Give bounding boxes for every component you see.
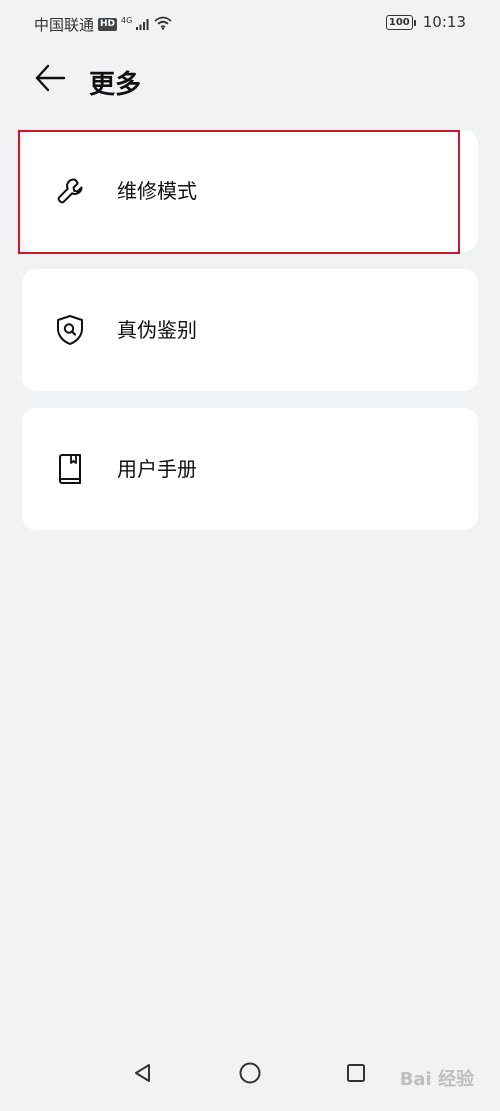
back-button[interactable] <box>32 62 68 98</box>
carrier-info: 中国联通 HD 4G <box>34 14 172 35</box>
clock: 10:13 <box>422 13 466 31</box>
menu-item-label: 维修模式 <box>117 179 197 203</box>
shield-search-icon <box>55 315 85 345</box>
square-recent-icon <box>345 1062 367 1088</box>
circle-home-icon <box>238 1061 262 1089</box>
hd-badge: HD <box>98 18 118 31</box>
carrier-name: 中国联通 <box>34 16 95 34</box>
network-type: 4G <box>121 16 133 25</box>
wifi-icon <box>154 16 172 34</box>
menu-item-repair-mode[interactable]: 维修模式 <box>22 130 478 252</box>
nav-home-button[interactable] <box>236 1061 264 1089</box>
status-right: 100 10:13 <box>385 13 466 31</box>
watermark: Bai 经验 <box>399 1069 474 1090</box>
menu-item-user-manual[interactable]: 用户手册 <box>22 408 478 530</box>
wrench-icon <box>55 176 85 206</box>
menu-item-label: 真伪鉴别 <box>117 318 197 342</box>
menu-item-label: 用户手册 <box>117 457 197 481</box>
book-icon <box>55 454 85 484</box>
nav-back-button[interactable] <box>129 1061 157 1089</box>
arrow-left-icon <box>34 64 66 96</box>
page-title: 更多 <box>89 70 142 100</box>
battery-icon: 100 <box>385 14 416 30</box>
nav-recent-button[interactable] <box>342 1061 370 1089</box>
app-header: 更多 <box>0 58 500 102</box>
signal-icon <box>136 16 150 34</box>
triangle-back-icon <box>132 1062 154 1088</box>
status-bar: 中国联通 HD 4G 100 10:13 <box>0 0 500 48</box>
menu-item-authenticity-check[interactable]: 真伪鉴别 <box>22 269 478 391</box>
